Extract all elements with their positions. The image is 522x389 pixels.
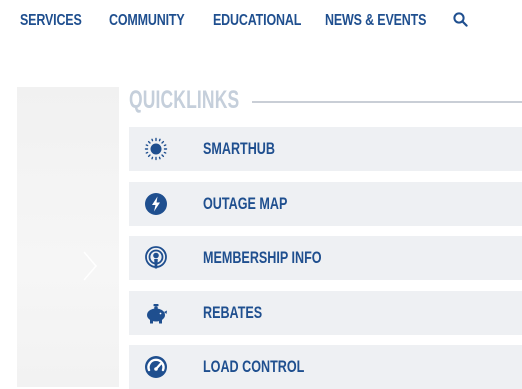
top-nav: SERVICES COMMUNITY EDUCATIONAL NEWS & EV… bbox=[0, 0, 522, 46]
quicklink-smarthub[interactable]: SMARTHUB bbox=[129, 127, 522, 171]
quicklink-label: REBATES bbox=[203, 303, 263, 322]
quicklink-label: SMARTHUB bbox=[203, 139, 275, 158]
nav-item-news-events[interactable]: NEWS & EVENTS bbox=[325, 12, 426, 32]
nav-item-services[interactable]: SERVICES bbox=[20, 12, 82, 32]
piggy-bank-icon bbox=[147, 304, 167, 324]
sun-icon bbox=[144, 137, 168, 161]
nav-item-community[interactable]: COMMUNITY bbox=[109, 12, 185, 32]
quicklink-label: OUTAGE MAP bbox=[203, 194, 288, 213]
quicklinks-heading: QUICKLINKS bbox=[129, 86, 240, 114]
quicklink-label: MEMBERSHIP INFO bbox=[203, 248, 322, 267]
search-icon[interactable] bbox=[452, 11, 470, 29]
gauge-icon bbox=[145, 356, 167, 378]
quicklink-label: LOAD CONTROL bbox=[203, 357, 305, 376]
chevron-right-icon[interactable] bbox=[81, 249, 99, 283]
quicklink-rebates[interactable]: REBATES bbox=[129, 291, 522, 335]
quicklink-load-control[interactable]: LOAD CONTROL bbox=[129, 345, 522, 389]
nav-item-educational[interactable]: EDUCATIONAL bbox=[213, 12, 301, 32]
quicklink-outage-map[interactable]: OUTAGE MAP bbox=[129, 182, 522, 226]
broadcast-icon bbox=[145, 246, 167, 269]
lightning-bolt-icon bbox=[145, 193, 167, 215]
heading-rule bbox=[252, 101, 522, 103]
quicklink-membership-info[interactable]: MEMBERSHIP INFO bbox=[129, 236, 522, 280]
slider-panel bbox=[17, 87, 119, 387]
